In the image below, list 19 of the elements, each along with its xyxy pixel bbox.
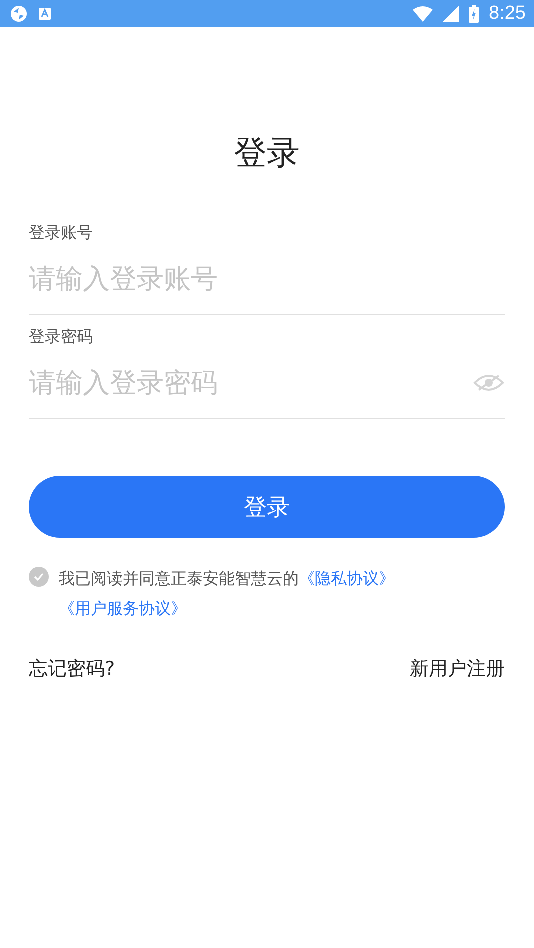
page-title: 登录: [233, 132, 301, 174]
agree-checkbox[interactable]: [29, 567, 49, 587]
status-time: 8:25: [489, 2, 526, 24]
login-button[interactable]: 登录: [29, 476, 505, 538]
signal-icon: [443, 6, 460, 22]
agreement-link[interactable]: 《用户服务协议》: [59, 599, 187, 618]
eye-slash-icon[interactable]: [473, 373, 505, 393]
font-icon: [38, 6, 52, 20]
wifi-icon: [413, 6, 434, 22]
account-field[interactable]: 请输入登录账号: [29, 264, 505, 294]
agreement-text: 我已阅读并同意正泰安能智慧云的《隐私协议》 《用户服务协议》: [59, 568, 396, 620]
app-logo-icon: [10, 4, 28, 22]
field-label: 登录密码: [29, 327, 94, 348]
agreement-link[interactable]: 《隐私协议》: [299, 569, 395, 588]
battery-icon: [469, 4, 480, 22]
password-field[interactable]: 请输入登录密码: [29, 368, 473, 398]
register-link[interactable]: 新用户注册: [410, 656, 505, 682]
field-label: 登录账号: [29, 223, 94, 244]
forgot-password-link[interactable]: 忘记密码?: [29, 656, 116, 682]
